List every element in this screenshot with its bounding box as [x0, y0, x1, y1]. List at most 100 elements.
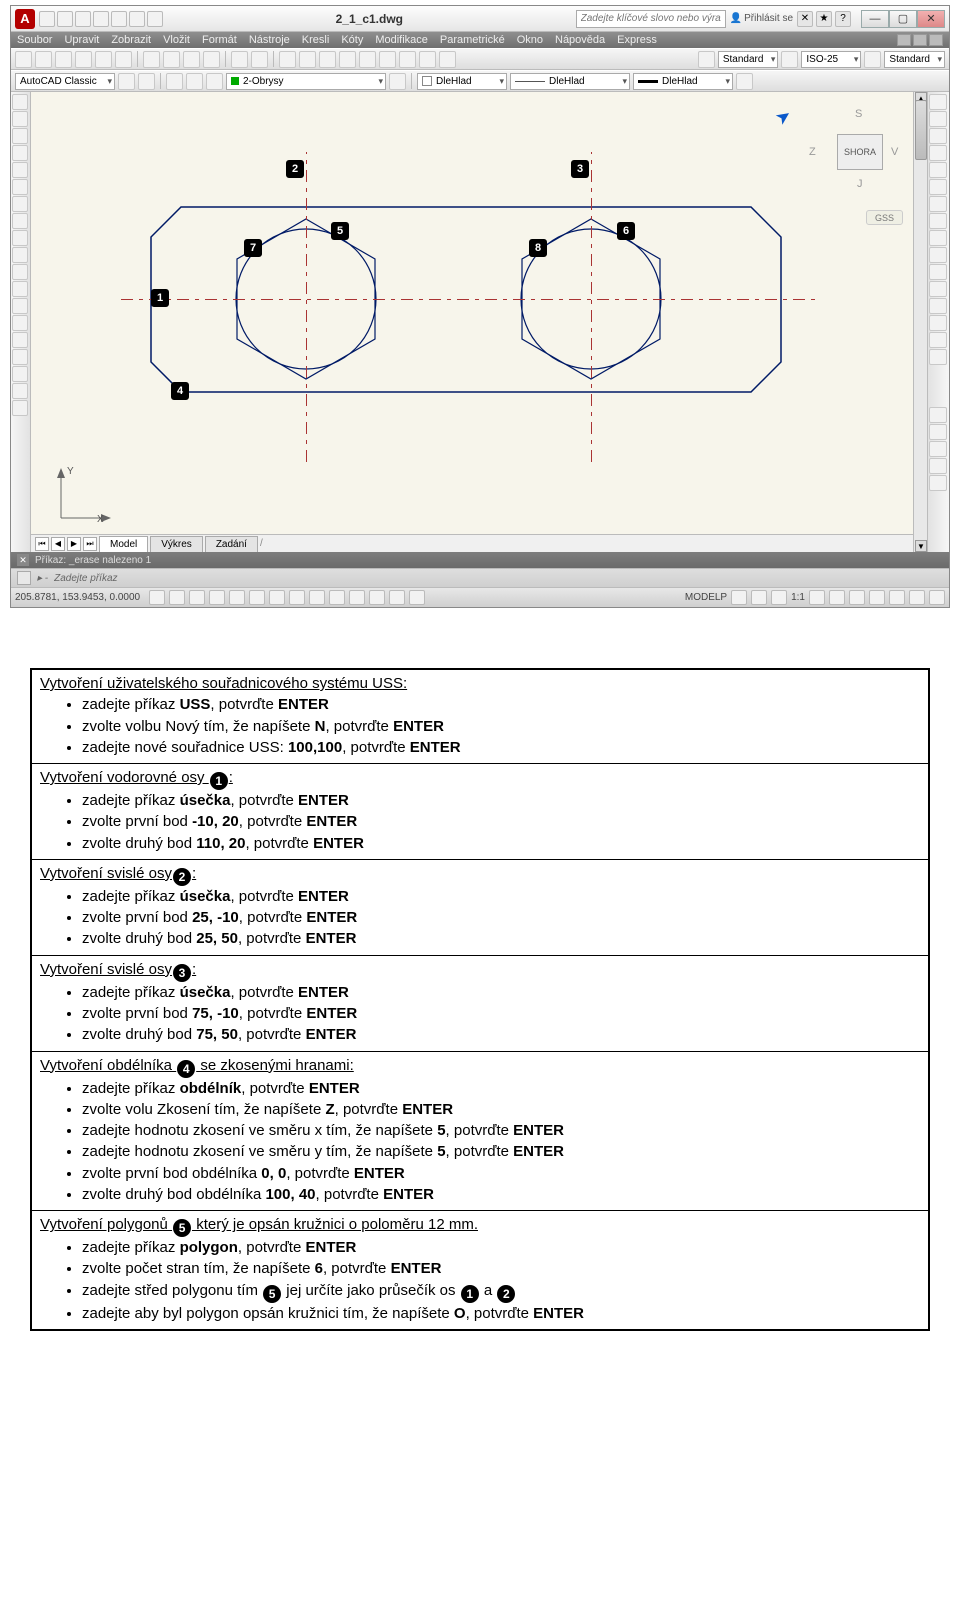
mtext-icon[interactable] — [12, 383, 28, 399]
tp-mod-icon[interactable] — [929, 441, 947, 457]
menu-koty[interactable]: Kóty — [341, 34, 363, 46]
st-qvl-icon[interactable] — [771, 590, 787, 605]
st-annoscale-icon[interactable] — [809, 590, 825, 605]
st-iso-icon[interactable] — [909, 590, 925, 605]
menu-modifikace[interactable]: Modifikace — [375, 34, 428, 46]
tb-dyn-icon[interactable] — [736, 73, 753, 90]
mdi-close-icon[interactable] — [929, 34, 943, 46]
trim-icon[interactable] — [929, 247, 947, 263]
arc-icon[interactable] — [12, 179, 28, 195]
tab-first-icon[interactable]: ⏮ — [35, 537, 49, 551]
spline-icon[interactable] — [12, 230, 28, 246]
tb-publish-icon[interactable] — [115, 51, 132, 68]
ws-save-icon[interactable] — [138, 73, 155, 90]
tb-props-icon[interactable] — [339, 51, 356, 68]
tp-draw-icon[interactable] — [929, 424, 947, 440]
menu-kresli[interactable]: Kresli — [302, 34, 330, 46]
viewcube[interactable]: S J Z V SHORA — [797, 98, 907, 208]
ws-settings-icon[interactable] — [118, 73, 135, 90]
close-button[interactable]: ✕ — [917, 10, 945, 28]
st-lwt-icon[interactable] — [349, 590, 365, 605]
tb-zoom-icon[interactable] — [299, 51, 316, 68]
gradient-icon[interactable] — [12, 332, 28, 348]
st-annovis-icon[interactable] — [829, 590, 845, 605]
status-model[interactable]: MODELP — [685, 592, 727, 603]
viewcube-face[interactable]: SHORA — [837, 134, 883, 170]
menu-napoveda[interactable]: Nápověda — [555, 34, 605, 46]
layer-prop-icon[interactable] — [166, 73, 183, 90]
qat-more-icon[interactable] — [147, 11, 163, 27]
qat-redo-icon[interactable] — [111, 11, 127, 27]
viewcube-s[interactable]: S — [855, 108, 862, 120]
point-icon[interactable] — [12, 298, 28, 314]
viewcube-z[interactable]: Z — [809, 146, 816, 158]
menu-express[interactable]: Express — [617, 34, 657, 46]
explode-icon[interactable] — [929, 349, 947, 365]
status-scale[interactable]: 1:1 — [791, 592, 805, 603]
join-icon[interactable] — [929, 298, 947, 314]
dimstyle-combo[interactable]: ISO-25 — [801, 51, 861, 68]
circle-icon[interactable] — [12, 196, 28, 212]
tb-save-icon[interactable] — [55, 51, 72, 68]
st-qp-icon[interactable] — [389, 590, 405, 605]
color-combo[interactable]: DleHlad — [417, 73, 507, 90]
help-icon[interactable]: ? — [835, 11, 851, 27]
tb-undo-icon[interactable] — [231, 51, 248, 68]
qat-print-icon[interactable] — [129, 11, 145, 27]
autocad-logo[interactable]: A — [15, 9, 35, 29]
tab-last-icon[interactable]: ⏭ — [83, 537, 97, 551]
st-osnap-icon[interactable] — [249, 590, 265, 605]
lineweight-combo[interactable]: DleHlad — [633, 73, 733, 90]
polygon-icon[interactable] — [12, 145, 28, 161]
layer-more-icon[interactable] — [389, 73, 406, 90]
move-icon[interactable] — [929, 179, 947, 195]
tb-tool-icon[interactable] — [379, 51, 396, 68]
fillet-icon[interactable] — [929, 332, 947, 348]
st-snap-icon[interactable] — [169, 590, 185, 605]
st-sc-icon[interactable] — [409, 590, 425, 605]
star-icon[interactable]: ★ — [816, 11, 832, 27]
tb-cut-icon[interactable] — [143, 51, 160, 68]
tb-qcalc-icon[interactable] — [439, 51, 456, 68]
region-icon[interactable] — [12, 349, 28, 365]
command-line[interactable]: ▸ - Zadejte příkaz — [11, 568, 949, 587]
tb-match-icon[interactable] — [203, 51, 220, 68]
tab-next-icon[interactable]: ▶ — [67, 537, 81, 551]
line-icon[interactable] — [12, 94, 28, 110]
qat-save-icon[interactable] — [75, 11, 91, 27]
search-input[interactable] — [576, 10, 726, 28]
tb-redo-icon[interactable] — [251, 51, 268, 68]
scale-icon[interactable] — [929, 213, 947, 229]
minimize-button[interactable]: — — [861, 10, 889, 28]
ellipse-icon[interactable] — [12, 247, 28, 263]
offset-icon[interactable] — [929, 145, 947, 161]
menu-okno[interactable]: Okno — [517, 34, 543, 46]
qat-undo-icon[interactable] — [93, 11, 109, 27]
st-lock-icon[interactable] — [869, 590, 885, 605]
ellipsearc-icon[interactable] — [12, 264, 28, 280]
revcloud-icon[interactable] — [12, 213, 28, 229]
qat-open-icon[interactable] — [57, 11, 73, 27]
rotate-icon[interactable] — [929, 196, 947, 212]
tb-new-icon[interactable] — [15, 51, 32, 68]
stretch-icon[interactable] — [929, 230, 947, 246]
tb-markup-icon[interactable] — [419, 51, 436, 68]
array-icon[interactable] — [929, 162, 947, 178]
mdi-minimize-icon[interactable] — [897, 34, 911, 46]
tb-print-icon[interactable] — [75, 51, 92, 68]
textstyle-combo[interactable]: Standard — [718, 51, 779, 68]
tab-model[interactable]: Model — [99, 536, 148, 552]
st-tpy-icon[interactable] — [369, 590, 385, 605]
tb-orbit-icon[interactable] — [319, 51, 336, 68]
st-ortho-icon[interactable] — [209, 590, 225, 605]
scroll-down-icon[interactable]: ▼ — [915, 540, 927, 552]
signin-button[interactable]: 👤 Přihlásit se — [730, 13, 793, 24]
st-3dosnap-icon[interactable] — [269, 590, 285, 605]
workspace-combo[interactable]: AutoCAD Classic — [15, 73, 115, 90]
exchange-icon[interactable]: ✕ — [797, 11, 813, 27]
drawing-canvas[interactable]: 1 2 3 4 5 6 7 8 Y X ➤ S — [31, 92, 913, 552]
tp-extra-icon[interactable] — [929, 475, 947, 491]
st-ws-icon[interactable] — [849, 590, 865, 605]
st-dyn-icon[interactable] — [329, 590, 345, 605]
tp-inq-icon[interactable] — [929, 458, 947, 474]
